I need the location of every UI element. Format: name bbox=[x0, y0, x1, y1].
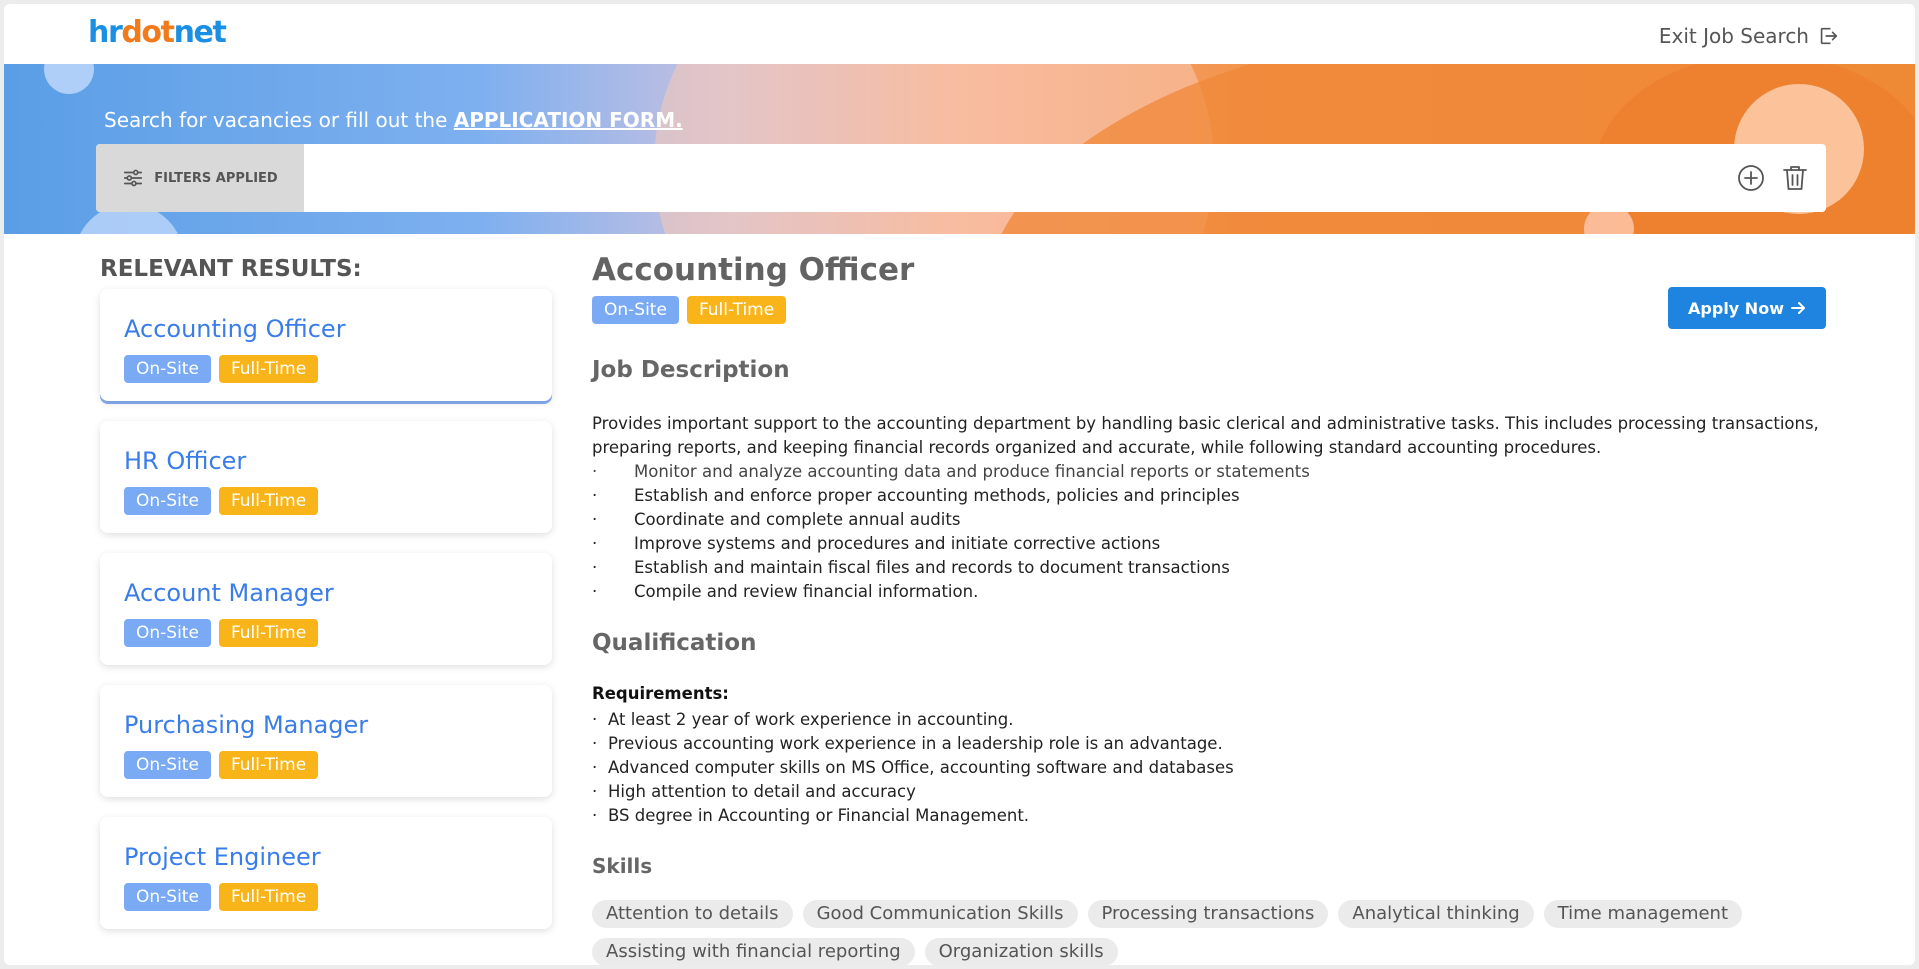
tag-full-time: Full-Time bbox=[218, 487, 319, 515]
result-card-tags: On-Site Full-Time bbox=[124, 355, 319, 383]
exit-label: Exit Job Search bbox=[1658, 24, 1809, 48]
result-card-title: Accounting Officer bbox=[124, 315, 346, 343]
sliders-icon bbox=[124, 169, 143, 187]
tag-on-site: On-Site bbox=[592, 296, 679, 324]
requirements-list: At least 2 year of work experience in ac… bbox=[592, 708, 1234, 828]
tag-full-time: Full-Time bbox=[218, 883, 319, 911]
list-item: Monitor and analyze accounting data and … bbox=[592, 460, 1310, 484]
search-banner: Search for vacancies or fill out the APP… bbox=[4, 64, 1915, 234]
skills-heading: Skills bbox=[592, 854, 653, 878]
logo-part-hr: hr bbox=[88, 15, 123, 50]
list-item: Coordinate and complete annual audits bbox=[592, 508, 1310, 532]
skill-chip: Time management bbox=[1543, 900, 1743, 928]
top-bar: hrdotnet Exit Job Search bbox=[4, 4, 1915, 64]
result-card-project-engineer[interactable]: Project Engineer On-Site Full-Time bbox=[100, 817, 552, 929]
application-form-link[interactable]: APPLICATION FORM. bbox=[454, 108, 683, 132]
skill-chip: Attention to details bbox=[592, 900, 793, 928]
result-card-accounting-officer[interactable]: Accounting Officer On-Site Full-Time bbox=[100, 289, 552, 401]
result-card-purchasing-manager[interactable]: Purchasing Manager On-Site Full-Time bbox=[100, 685, 552, 797]
tag-on-site: On-Site bbox=[124, 883, 211, 911]
result-card-tags: On-Site Full-Time bbox=[124, 487, 319, 515]
job-title: Accounting Officer bbox=[592, 252, 915, 288]
hrdotnet-logo[interactable]: hrdotnet bbox=[88, 15, 227, 50]
list-item: At least 2 year of work experience in ac… bbox=[592, 708, 1234, 732]
logout-icon bbox=[1820, 27, 1838, 45]
skills-list: Attention to details Good Communication … bbox=[592, 900, 1852, 965]
list-item: High attention to detail and accuracy bbox=[592, 780, 1234, 804]
relevant-results-heading: RELEVANT RESULTS: bbox=[100, 256, 362, 282]
apply-now-label: Apply Now bbox=[1688, 298, 1784, 318]
skill-chip: Organization skills bbox=[924, 938, 1118, 965]
list-item: Compile and review financial information… bbox=[592, 580, 1310, 604]
result-card-tags: On-Site Full-Time bbox=[124, 619, 319, 647]
arrow-right-icon bbox=[1790, 302, 1805, 314]
result-card-account-manager[interactable]: Account Manager On-Site Full-Time bbox=[100, 553, 552, 665]
job-description-heading: Job Description bbox=[592, 357, 790, 383]
list-item: Previous accounting work experience in a… bbox=[592, 732, 1234, 756]
banner-decoration bbox=[44, 64, 94, 94]
skill-chip: Processing transactions bbox=[1087, 900, 1329, 928]
job-description-text: Provides important support to the accoun… bbox=[592, 414, 1819, 457]
tag-full-time: Full-Time bbox=[218, 619, 319, 647]
list-item: BS degree in Accounting or Financial Man… bbox=[592, 804, 1234, 828]
list-item: Improve systems and procedures and initi… bbox=[592, 532, 1310, 556]
filters-label: FILTERS APPLIED bbox=[154, 170, 278, 186]
result-card-title: Purchasing Manager bbox=[124, 711, 369, 739]
skill-chip: Good Communication Skills bbox=[802, 900, 1078, 928]
tag-on-site: On-Site bbox=[124, 355, 211, 383]
tag-on-site: On-Site bbox=[124, 751, 211, 779]
list-item: Advanced computer skills on MS Office, a… bbox=[592, 756, 1234, 780]
tag-on-site: On-Site bbox=[124, 487, 211, 515]
tag-full-time: Full-Time bbox=[218, 355, 319, 383]
qualification-heading: Qualification bbox=[592, 630, 757, 656]
logo-part-dot: dot bbox=[121, 15, 175, 50]
filters-applied-button[interactable]: FILTERS APPLIED bbox=[96, 144, 304, 212]
banner-text-prefix: Search for vacancies or fill out the bbox=[104, 108, 454, 132]
apply-now-button[interactable]: Apply Now bbox=[1668, 287, 1826, 329]
job-tags: On-Site Full-Time bbox=[592, 296, 787, 324]
app-frame: hrdotnet Exit Job Search Search for vaca… bbox=[4, 4, 1915, 965]
tag-full-time: Full-Time bbox=[218, 751, 319, 779]
duties-list: Monitor and analyze accounting data and … bbox=[592, 460, 1310, 604]
requirements-label: Requirements: bbox=[592, 684, 729, 703]
result-card-title: Project Engineer bbox=[124, 843, 321, 871]
list-item: Establish and maintain fiscal files and … bbox=[592, 556, 1310, 580]
result-card-tags: On-Site Full-Time bbox=[124, 883, 319, 911]
tag-full-time: Full-Time bbox=[686, 296, 787, 324]
tag-on-site: On-Site bbox=[124, 619, 211, 647]
logo-part-net: net bbox=[173, 15, 227, 50]
skill-chip: Analytical thinking bbox=[1338, 900, 1534, 928]
search-bar[interactable]: FILTERS APPLIED bbox=[96, 144, 1826, 212]
result-card-title: Account Manager bbox=[124, 579, 334, 607]
result-card-title: HR Officer bbox=[124, 447, 247, 475]
result-card-hr-officer[interactable]: HR Officer On-Site Full-Time bbox=[100, 421, 552, 533]
plus-circle-icon[interactable] bbox=[1736, 163, 1766, 193]
exit-job-search-button[interactable]: Exit Job Search bbox=[1659, 24, 1839, 48]
result-card-tags: On-Site Full-Time bbox=[124, 751, 319, 779]
banner-instructions: Search for vacancies or fill out the APP… bbox=[104, 108, 683, 132]
trash-icon[interactable] bbox=[1780, 163, 1810, 193]
skill-chip: Assisting with financial reporting bbox=[592, 938, 915, 965]
list-item: Establish and enforce proper accounting … bbox=[592, 484, 1310, 508]
